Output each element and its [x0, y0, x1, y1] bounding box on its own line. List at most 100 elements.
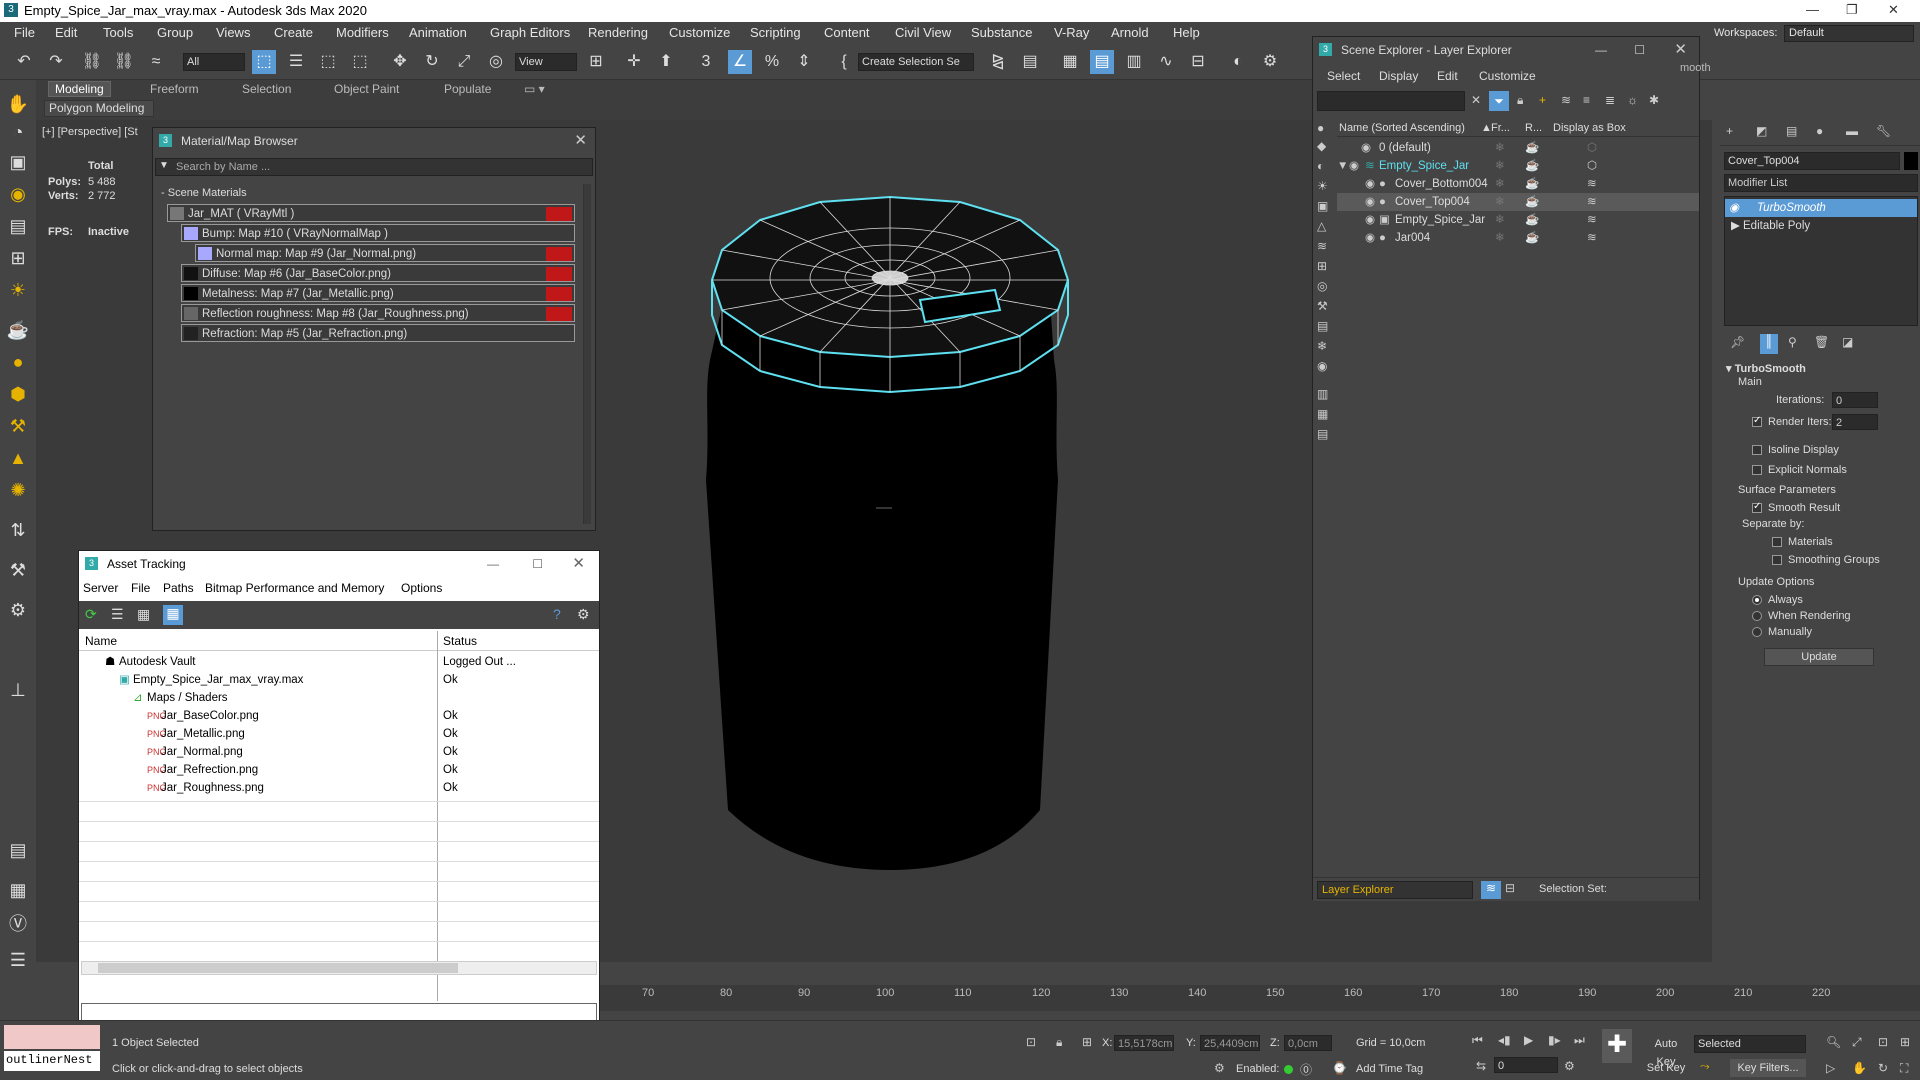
undo-icon[interactable]: ↶ [12, 50, 36, 74]
smooth-result-checkbox[interactable] [1752, 501, 1762, 514]
time-tag-icon[interactable]: ⓪ [1300, 1061, 1312, 1078]
materials-row[interactable]: Materials [1772, 536, 1833, 548]
display-tab-icon[interactable]: ▬ [1846, 124, 1858, 138]
expand-arrow-icon[interactable]: ▼ [1337, 157, 1348, 175]
filter-icon[interactable]: ⏷ [1489, 91, 1509, 111]
freeze-icon[interactable]: ❄ [1495, 157, 1505, 175]
explicit-normals-checkbox[interactable] [1752, 465, 1762, 476]
ribbon-polygon-modeling[interactable]: Polygon Modeling [44, 100, 154, 117]
menu-help[interactable]: Help [1173, 25, 1200, 40]
spinner-snap-icon[interactable]: ⇕ [792, 50, 816, 74]
panel-icon[interactable]: ☰ [6, 950, 30, 974]
utilities-tab-icon[interactable]: 🔧︎ [1876, 124, 1891, 138]
rect-selection-icon[interactable]: ⬚ [316, 50, 340, 74]
lock-selection-icon[interactable]: 🔒︎ [1056, 1035, 1062, 1050]
menu-options[interactable]: Options [401, 577, 442, 599]
remove-modifier-icon[interactable]: 🗑︎ [1814, 335, 1829, 349]
menu-substance[interactable]: Substance [971, 25, 1032, 40]
helpers-icon[interactable]: ⊞ [6, 248, 30, 272]
edit-filter-icon[interactable]: ▤ [1317, 427, 1328, 441]
xrefs-filter-icon[interactable]: ◎ [1317, 279, 1327, 293]
expand-arrow-icon[interactable]: ▶ [1731, 217, 1740, 235]
cone-icon[interactable]: ▲ [6, 448, 30, 472]
make-unique-icon[interactable]: ⚲ [1788, 335, 1797, 349]
menu-create[interactable]: Create [274, 25, 313, 40]
current-frame-field[interactable]: 0 [1494, 1057, 1558, 1073]
materials-checkbox[interactable] [1772, 537, 1782, 548]
auto-key-button[interactable]: Auto Key [1644, 1035, 1688, 1068]
keyframe-icon[interactable]: ▦ [6, 880, 30, 904]
edit-named-selection-icon[interactable]: { [832, 50, 856, 74]
menu-content[interactable]: Content [824, 25, 870, 40]
map-reflection-roughness[interactable]: Reflection roughness: Map #8 (Jar_Roughn… [181, 304, 575, 322]
layer-row-default[interactable]: ◉ 0 (default) ❄ ☕ ⬡ [1337, 139, 1699, 157]
menu-arnold[interactable]: Arnold [1111, 25, 1149, 40]
menu-select[interactable]: Select [1327, 65, 1360, 87]
workspaces-dropdown[interactable]: Default [1784, 25, 1914, 42]
freeze-icon[interactable]: ❄ [1495, 175, 1505, 193]
settings-icon[interactable]: ⚙ [6, 600, 30, 624]
align-icon[interactable]: ▤ [1018, 50, 1042, 74]
percent-snap-icon[interactable]: % [760, 50, 784, 74]
map-normal[interactable]: Normal map: Map #9 (Jar_Normal.png) [195, 244, 575, 262]
absolute-mode-icon[interactable]: ⊞ [1082, 1035, 1092, 1049]
column-freeze[interactable]: Fr... [1491, 119, 1510, 137]
table-row[interactable]: PNG Jar_Metallic.png Ok [79, 725, 599, 743]
maximize-icon[interactable]: ☐ [1634, 37, 1645, 63]
modifier-list-dropdown[interactable]: Modifier List [1724, 174, 1918, 192]
hidden-filter-icon[interactable]: ◉ [1317, 359, 1327, 373]
when-rendering-row[interactable]: When Rendering [1752, 610, 1851, 622]
render-icon[interactable]: ☕ [1525, 229, 1539, 247]
layer-mode-icon[interactable]: ≋ [1481, 881, 1501, 899]
smoothing-groups-row[interactable]: Smoothing Groups [1772, 554, 1880, 566]
snaps-toggle-icon[interactable]: 3 [694, 50, 718, 74]
ribbon-tab-populate[interactable]: Populate [444, 82, 491, 96]
eye-icon[interactable]: ◉ [1361, 139, 1371, 157]
smoothing-groups-checkbox[interactable] [1772, 555, 1782, 566]
menu-display[interactable]: Display [1379, 65, 1418, 87]
freeze-icon[interactable]: ❄ [1495, 211, 1505, 229]
table-row[interactable]: ☗ Autodesk Vault Logged Out ... [79, 653, 599, 671]
tools-icon[interactable]: ⚒ [6, 560, 30, 584]
menu-file[interactable]: File [14, 25, 35, 40]
key-mode-icon[interactable]: ⇆ [1476, 1059, 1486, 1073]
add-time-tag-icon[interactable]: ⌚ [1332, 1061, 1347, 1075]
menu-server[interactable]: Server [83, 577, 118, 599]
hierarchy-icon[interactable]: ⊟ [1505, 881, 1515, 895]
enabled-indicator[interactable] [1284, 1065, 1293, 1074]
zoom-all-icon[interactable]: ⤢ [1852, 1035, 1862, 1050]
manually-radio[interactable] [1752, 627, 1762, 638]
swap-icon[interactable]: ⇅ [6, 520, 30, 544]
redo-icon[interactable]: ↷ [44, 50, 68, 74]
layers-stack-icon[interactable]: ≣ [1605, 93, 1615, 107]
column-name[interactable]: Name (Sorted Ascending) [1339, 119, 1465, 137]
scene-explorer-titlebar[interactable]: 3 Scene Explorer - Layer Explorer — ☐ ✕ [1313, 37, 1699, 63]
sun-icon[interactable]: ✺ [6, 480, 30, 504]
freeze-icon[interactable]: ❄ [1495, 229, 1505, 247]
orbit-view-icon[interactable]: ↻ [1878, 1061, 1888, 1075]
ribbon-tab-freeform[interactable]: Freeform [150, 82, 199, 96]
render-icon[interactable]: ☕ [1525, 175, 1539, 193]
schematic-view-icon[interactable]: ⊟ [1186, 50, 1210, 74]
render-iters-spinner[interactable]: 2 [1832, 414, 1878, 430]
table-row[interactable]: ⊿ Maps / Shaders [79, 689, 599, 707]
pin-stack-icon[interactable]: 📌︎ [1730, 335, 1745, 349]
teapot-icon[interactable]: ☕ [6, 320, 30, 344]
lights-icon[interactable]: ☀ [6, 280, 30, 304]
horizontal-scrollbar[interactable] [81, 961, 597, 975]
eye-icon[interactable]: ◉ [1349, 157, 1359, 175]
layer-row-empty-spice-jar[interactable]: ▼ ◉ ≋ Empty_Spice_Jar ❄ ☕ ⬡ [1337, 157, 1699, 175]
go-to-start-icon[interactable]: ⏮ [1472, 1033, 1483, 1048]
close-icon[interactable]: ✕ [574, 128, 587, 154]
layer-icon[interactable]: ≋ [1561, 93, 1571, 107]
clear-search-icon[interactable]: ✕ [1471, 93, 1481, 107]
iterations-spinner[interactable]: 0 [1832, 392, 1878, 408]
menu-customize[interactable]: Customize [669, 25, 730, 40]
cameras-filter-icon[interactable]: ▣ [1317, 199, 1328, 213]
menu-tools[interactable]: Tools [103, 25, 133, 40]
menu-animation[interactable]: Animation [409, 25, 467, 40]
object-color-swatch[interactable] [1904, 152, 1918, 170]
minimize-icon[interactable]: — [487, 551, 499, 577]
key-filters-button[interactable]: Key Filters... [1730, 1059, 1806, 1077]
time-config-icon[interactable]: ⚙ [1564, 1059, 1575, 1073]
